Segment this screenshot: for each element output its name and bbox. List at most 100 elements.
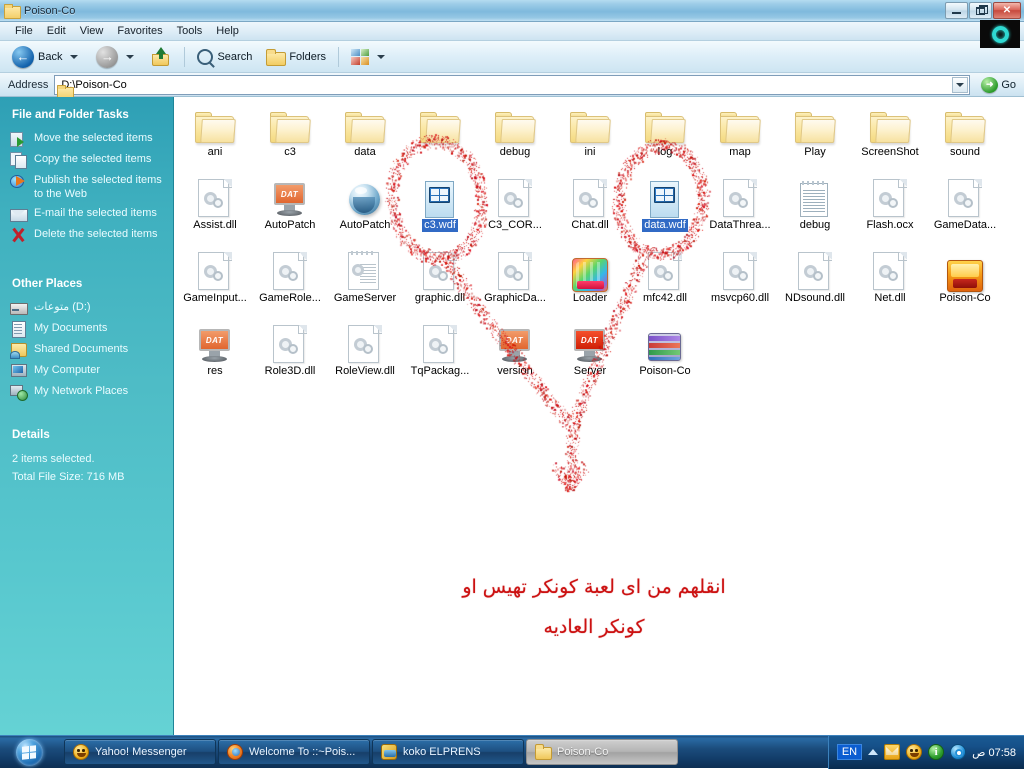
search-button[interactable]: Search [191,46,258,68]
file-item[interactable]: GraphicDa... [478,246,552,308]
file-item[interactable]: GameInput... [178,246,252,308]
file-item[interactable]: NDsound.dll [778,246,852,308]
up-button[interactable] [146,45,178,69]
file-item[interactable]: mfc42.dll [628,246,702,308]
folder-icon [778,100,852,146]
info-icon[interactable]: i [928,744,944,760]
file-item[interactable]: Loader [553,246,627,308]
folder-item[interactable]: Play [778,100,852,162]
folder-item[interactable]: c3 [253,100,327,162]
mail-icon[interactable] [884,744,900,760]
minimize-button[interactable] [945,2,968,19]
file-item-label-wrap: Poison-Co [628,365,702,381]
file-item-label-wrap: Play [778,146,852,162]
sidebar-item-email[interactable]: E-mail the selected items [0,204,173,225]
show-hidden-icons-arrow-icon[interactable] [868,749,878,755]
sidebar-item-drive-d-label: متوعات (D:) [34,300,91,314]
details-total-size: Total File Size: 716 MB [0,467,173,485]
folder-item[interactable] [403,100,477,158]
sidebar-item-publish[interactable]: Publish the selected items to the Web [0,171,173,204]
file-item[interactable]: DATAutoPatch [253,173,327,235]
back-arrow-icon: ← [12,46,34,68]
address-dropdown-icon[interactable] [952,77,968,93]
media-icon[interactable] [950,744,966,760]
back-dropdown-icon[interactable] [70,55,78,59]
menu-view[interactable]: View [73,23,111,39]
file-item[interactable]: c3.wdf [403,173,477,235]
file-item[interactable]: Chat.dll [553,173,627,235]
file-item[interactable]: Poison-Co [928,246,1002,308]
file-item[interactable]: TqPackag... [403,319,477,381]
menu-tools[interactable]: Tools [170,23,210,39]
folder-icon [628,100,702,146]
folders-button[interactable]: Folders [260,46,332,67]
restore-button[interactable] [969,2,992,19]
views-button[interactable] [345,46,395,68]
file-item[interactable]: GameRole... [253,246,327,308]
menu-help[interactable]: Help [209,23,246,39]
file-item-label-wrap: res [178,365,252,381]
yahoo-messenger-icon[interactable] [906,744,922,760]
folder-item[interactable]: sound [928,100,1002,162]
sidebar-item-drive-d[interactable]: متوعات (D:) [0,298,173,319]
sidebar-item-network-places[interactable]: My Network Places [0,382,173,403]
file-item[interactable]: C3_COR... [478,173,552,235]
close-button[interactable]: ✕ [993,2,1021,19]
explorer-window: Poison-Co ✕ File Edit View Favorites Too… [0,0,1024,735]
file-list-pane[interactable]: anic3datadebuginilogmapPlayScreenShotsou… [174,97,1024,735]
forward-dropdown-icon[interactable] [126,55,134,59]
file-item-label: debug [798,219,833,232]
sidebar-item-my-documents[interactable]: My Documents [0,319,173,340]
file-item[interactable]: Poison-Co [628,319,702,381]
clock[interactable]: 07:58 ص [972,746,1016,759]
sidebar-item-delete[interactable]: Delete the selected items [0,225,173,246]
forward-button[interactable]: → [90,43,144,71]
folder-item[interactable]: ani [178,100,252,162]
file-item[interactable]: AutoPatch [328,173,402,235]
file-item[interactable]: GameData... [928,173,1002,235]
go-label: Go [1001,79,1016,91]
file-item[interactable]: Flash.ocx [853,173,927,235]
views-dropdown-icon[interactable] [377,55,385,59]
file-item[interactable]: DATversion [478,319,552,381]
folder-item[interactable]: map [703,100,777,162]
taskbar-item-firefox[interactable]: Welcome To ::~Pois... [218,739,370,765]
file-item[interactable]: debug [778,173,852,235]
file-item[interactable]: graphic.dll [403,246,477,308]
folder-item[interactable]: debug [478,100,552,162]
start-button[interactable] [0,736,58,769]
file-item[interactable]: DATres [178,319,252,381]
folder-item[interactable]: ScreenShot [853,100,927,162]
sidebar-item-copy[interactable]: Copy the selected items [0,150,173,171]
language-indicator[interactable]: EN [837,744,862,760]
go-button[interactable]: ➜ Go [975,77,1022,93]
folder-item[interactable]: ini [553,100,627,162]
file-item[interactable]: data.wdf [628,173,702,235]
file-item[interactable]: GameServer [328,246,402,308]
menu-file[interactable]: File [8,23,40,39]
file-item[interactable]: DATServer [553,319,627,381]
taskbar-item-poison-co[interactable]: Poison-Co [526,739,678,765]
folder-item[interactable]: log [628,100,702,162]
taskbar-item-koko-elprens[interactable]: koko ELPRENS [372,739,524,765]
sidebar-item-move[interactable]: Move the selected items [0,129,173,150]
sidebar-item-shared-documents[interactable]: Shared Documents [0,340,173,361]
file-item-label-wrap: GameData... [928,219,1002,235]
explorer-body: File and Folder Tasks Move the selected … [0,97,1024,735]
menu-favorites[interactable]: Favorites [110,23,169,39]
file-item[interactable]: Net.dll [853,246,927,308]
taskbar-item-yahoo-messenger[interactable]: Yahoo! Messenger [64,739,216,765]
folder-item[interactable]: data [328,100,402,162]
back-button[interactable]: ← Back [6,43,88,71]
file-item-label-wrap: graphic.dll [403,292,477,308]
file-item[interactable]: Role3D.dll [253,319,327,381]
file-item[interactable]: msvcp60.dll [703,246,777,308]
file-item-label: ScreenShot [859,146,920,159]
file-item[interactable]: DataThrea... [703,173,777,235]
menu-edit[interactable]: Edit [40,23,73,39]
file-item[interactable]: RoleView.dll [328,319,402,381]
file-item[interactable]: Assist.dll [178,173,252,235]
sidebar-item-my-computer[interactable]: My Computer [0,361,173,382]
details-panel: Details 2 items selected. Total File Siz… [0,425,173,485]
address-input[interactable]: D:\Poison-Co [54,75,970,95]
